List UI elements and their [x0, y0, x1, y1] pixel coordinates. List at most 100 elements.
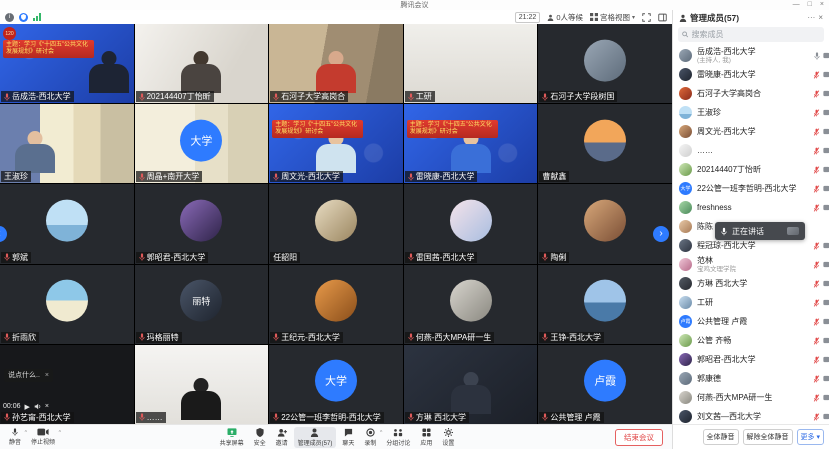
toolbar-item-shield[interactable]: 安全 [250, 427, 270, 448]
window-titlebar: 腾讯会议 — □ × [0, 0, 829, 10]
member-row[interactable]: 公管 齐畅 [673, 331, 829, 350]
panel-more-icon[interactable]: ··· [807, 13, 815, 22]
video-tile[interactable]: 曹献鑫 [538, 104, 672, 183]
unmute-all-button[interactable]: 解除全体静音 [743, 429, 793, 445]
video-tile[interactable]: 卢霞公共管理 卢霞 [538, 345, 672, 424]
video-tile[interactable]: 主题：学习《“十四五”公共文化发展规划》研讨会周文光-西北大学 [269, 104, 403, 183]
participant-name: 郭斌 [12, 252, 28, 263]
member-row[interactable]: …… [673, 141, 829, 160]
close-icon[interactable]: × [820, 0, 824, 10]
member-row[interactable]: 范林宝鸡文理学院 [673, 255, 829, 274]
next-page-arrow[interactable]: › [653, 226, 669, 242]
member-row[interactable]: freshness [673, 198, 829, 217]
video-tile[interactable]: 大学周晶+南开大学 [135, 104, 269, 183]
toolbar-item-camera[interactable]: 停止视频^ [27, 427, 59, 447]
member-name: 王淑珍 [697, 108, 808, 117]
play-icon[interactable]: ▶ [25, 403, 30, 411]
video-tile[interactable]: 折雨欣 [0, 265, 134, 344]
participant-name-label: 雷国茜-西北大学 [405, 252, 478, 263]
member-status-icons [813, 109, 829, 117]
member-row[interactable]: 雷晓康-西北大学 [673, 65, 829, 84]
minimize-icon[interactable]: — [793, 0, 800, 10]
member-status-icons [813, 71, 829, 79]
video-tile[interactable]: 说点什么..×00:06▶×孙艺甯-西北大学 [0, 345, 134, 424]
member-row[interactable]: 大学22公管一班李哲明-西北大学 [673, 179, 829, 198]
chevron-up-icon[interactable]: ^ [59, 430, 61, 436]
member-row[interactable]: 郭昭君-西北大学 [673, 350, 829, 369]
mic-icon [542, 413, 548, 421]
video-tile[interactable]: 郭昭君-西北大学 [135, 184, 269, 263]
fullscreen-icon[interactable] [642, 13, 651, 22]
member-status-icons [813, 204, 829, 212]
camera-icon [823, 337, 829, 344]
member-row[interactable]: 石河子大学高岗合 [673, 84, 829, 103]
participant-silhouette [188, 378, 214, 414]
member-name: 石河子大学高岗合 [697, 89, 808, 98]
video-tile[interactable]: 王铮-西北大学 [538, 265, 672, 344]
participant-avatar [584, 200, 626, 242]
member-row[interactable]: 202144407丁怡昕 [673, 160, 829, 179]
toolbar-item-mic[interactable]: 静音^ [5, 427, 25, 447]
member-row[interactable]: 岳成浩-西北大学(主持人, 我) [673, 46, 829, 65]
toolbar-item-record[interactable]: 录制^ [360, 427, 380, 448]
participant-avatar [46, 280, 88, 322]
waiting-room-indicator[interactable]: 0人等候 [547, 12, 583, 23]
video-tile[interactable]: 方琳 西北大学 [404, 345, 538, 424]
toolbar-item-members[interactable]: 管理成员(57) [294, 427, 337, 448]
member-row[interactable]: 周文光-西北大学 [673, 122, 829, 141]
video-tile[interactable]: 雷国茜-西北大学 [404, 184, 538, 263]
member-avatar [679, 220, 692, 233]
video-tile[interactable]: …… [135, 345, 269, 424]
toolbar-item-apps[interactable]: 应用 [416, 427, 436, 448]
toolbar-item-invite[interactable]: 邀请 [272, 427, 292, 448]
meeting-info-icon[interactable]: i [5, 13, 14, 22]
video-tile[interactable]: 202144407丁怡昕 [135, 24, 269, 103]
toolbar-item-breakout[interactable]: 分组讨论 [382, 427, 414, 448]
toolbar-item-chat[interactable]: 聊天 [338, 427, 358, 448]
side-panel-toggle-icon[interactable] [658, 13, 667, 22]
video-tile[interactable]: 王纪元-西北大学 [269, 265, 403, 344]
mic-icon [4, 333, 10, 341]
view-mode-dropdown[interactable]: 宫格视图 ▾ [590, 12, 635, 23]
close-icon[interactable]: × [45, 403, 49, 410]
mic-icon [408, 253, 414, 261]
member-row[interactable]: 刘文茜—西北大学 [673, 407, 829, 424]
member-text: 22公管一班李哲明-西北大学 [697, 184, 808, 193]
maximize-icon[interactable]: □ [808, 0, 812, 10]
meeting-duration: 21:22 [515, 12, 541, 23]
mute-all-button[interactable]: 全体静音 [703, 429, 739, 445]
end-meeting-button[interactable]: 结束会议 [615, 429, 663, 446]
video-tile[interactable]: 任韶阳 [269, 184, 403, 263]
member-row[interactable]: 何燕-西大MPA研一生 [673, 388, 829, 407]
member-row[interactable]: 郭康德 [673, 369, 829, 388]
member-row[interactable]: 方琳 西北大学 [673, 274, 829, 293]
meeting-shield-icon[interactable] [19, 13, 28, 22]
video-tile[interactable]: 主题：学习《“十四五”公共文化发展规划》研讨会雷晓康-西北大学 [404, 104, 538, 183]
member-row[interactable]: 卢霞公共管理 卢霞 [673, 312, 829, 331]
participant-name: 周晶+南开大学 [147, 171, 200, 182]
member-row[interactable]: 王淑珍 [673, 103, 829, 122]
camera-icon [823, 147, 829, 154]
video-tile[interactable]: 120主题：学习《“十四五”公共文化发展规划》研讨会岳成浩-西北大学 [0, 24, 134, 103]
close-icon[interactable]: × [45, 371, 49, 380]
toolbar-item-share[interactable]: 共享屏幕 [216, 427, 248, 448]
video-tile[interactable]: 石河子大学段树国 [538, 24, 672, 103]
member-name: 郭康德 [697, 374, 808, 383]
member-search[interactable] [678, 27, 824, 42]
video-tile[interactable]: 陶俐 [538, 184, 672, 263]
video-tile[interactable]: 何燕-西大MPA研一生 [404, 265, 538, 344]
more-button[interactable]: 更多 ▾ [797, 429, 824, 445]
participant-avatar [315, 280, 357, 322]
toolbar-item-settings[interactable]: 设置 [438, 427, 458, 448]
member-search-input[interactable] [692, 30, 820, 39]
panel-close-icon[interactable]: × [818, 13, 823, 22]
video-tile[interactable]: 大学22公管一班李哲明-西北大学 [269, 345, 403, 424]
video-tile[interactable]: 石河子大学高岗合 [269, 24, 403, 103]
member-text: 工研 [697, 298, 808, 307]
video-tile[interactable]: 工研 [404, 24, 538, 103]
member-row[interactable]: 工研 [673, 293, 829, 312]
video-tile[interactable]: 丽特玛格丽特 [135, 265, 269, 344]
member-name: 22公管一班李哲明-西北大学 [697, 184, 808, 193]
video-tile[interactable]: 王淑珍 [0, 104, 134, 183]
video-tile[interactable]: 郭斌 [0, 184, 134, 263]
